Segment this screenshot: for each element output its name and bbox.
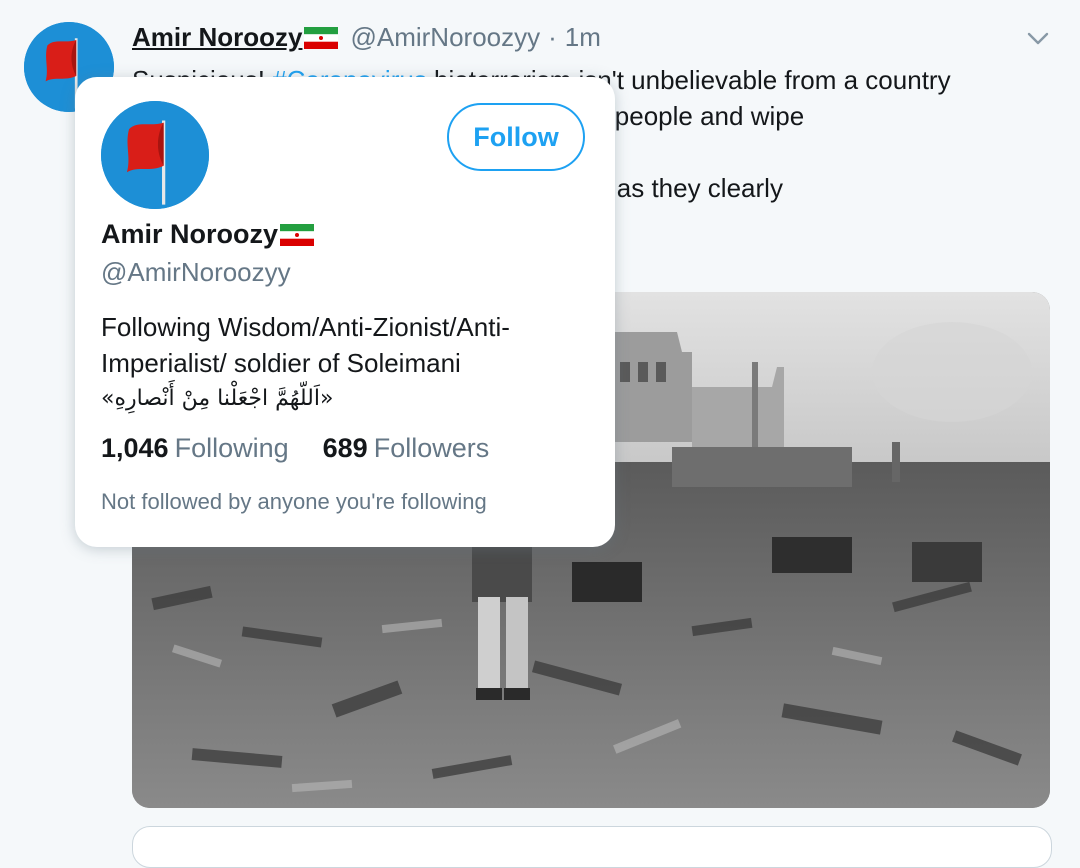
hovercard-stats: 1,046 Following 689 Followers [101,433,489,464]
following-stat[interactable]: 1,046 Following [101,433,289,463]
tweet-author-handle[interactable]: @AmirNoroozyy [350,22,540,53]
followers-label: Followers [373,433,490,463]
tweet-timestamp[interactable]: 1m [565,22,601,53]
hovercard-display-name[interactable]: Amir Noroozy [101,219,278,250]
bio-line: Imperialist/ soldier of Soleimani [101,348,461,378]
next-tweet-card[interactable] [132,826,1052,868]
iran-flag-icon [304,26,339,49]
red-flag-avatar-icon [101,101,209,209]
bio-line-arabic: «اَللّهُمَّ اجْعَلْنا مِنْ أَنْصارِهِ» [101,386,334,411]
tweet-header: Amir Noroozy @AmirNoroozyy · 1m [132,22,601,53]
followers-count: 689 [322,433,368,463]
tweet-author-name[interactable]: Amir Noroozy [132,22,302,53]
hovercard-name-row: Amir Noroozy [101,219,318,250]
follow-button[interactable]: Follow [447,103,585,171]
followers-stat[interactable]: 689 Followers [323,433,490,463]
profile-hovercard: Follow Amir Noroozy @AmirNoroozyy Follow… [75,77,615,547]
hovercard-avatar[interactable] [101,101,209,209]
following-count: 1,046 [101,433,169,463]
bio-line: Following Wisdom/Anti-Zionist/Anti- [101,312,510,342]
chevron-down-icon[interactable] [1024,24,1052,52]
hovercard-handle[interactable]: @AmirNoroozyy [101,257,291,288]
hovercard-bio: Following Wisdom/Anti-Zionist/Anti- Impe… [101,309,591,417]
tweet-separator: · [548,22,557,52]
following-label: Following [174,433,289,463]
followed-by-note: Not followed by anyone you're following [101,489,487,514]
iran-flag-icon [280,223,315,246]
